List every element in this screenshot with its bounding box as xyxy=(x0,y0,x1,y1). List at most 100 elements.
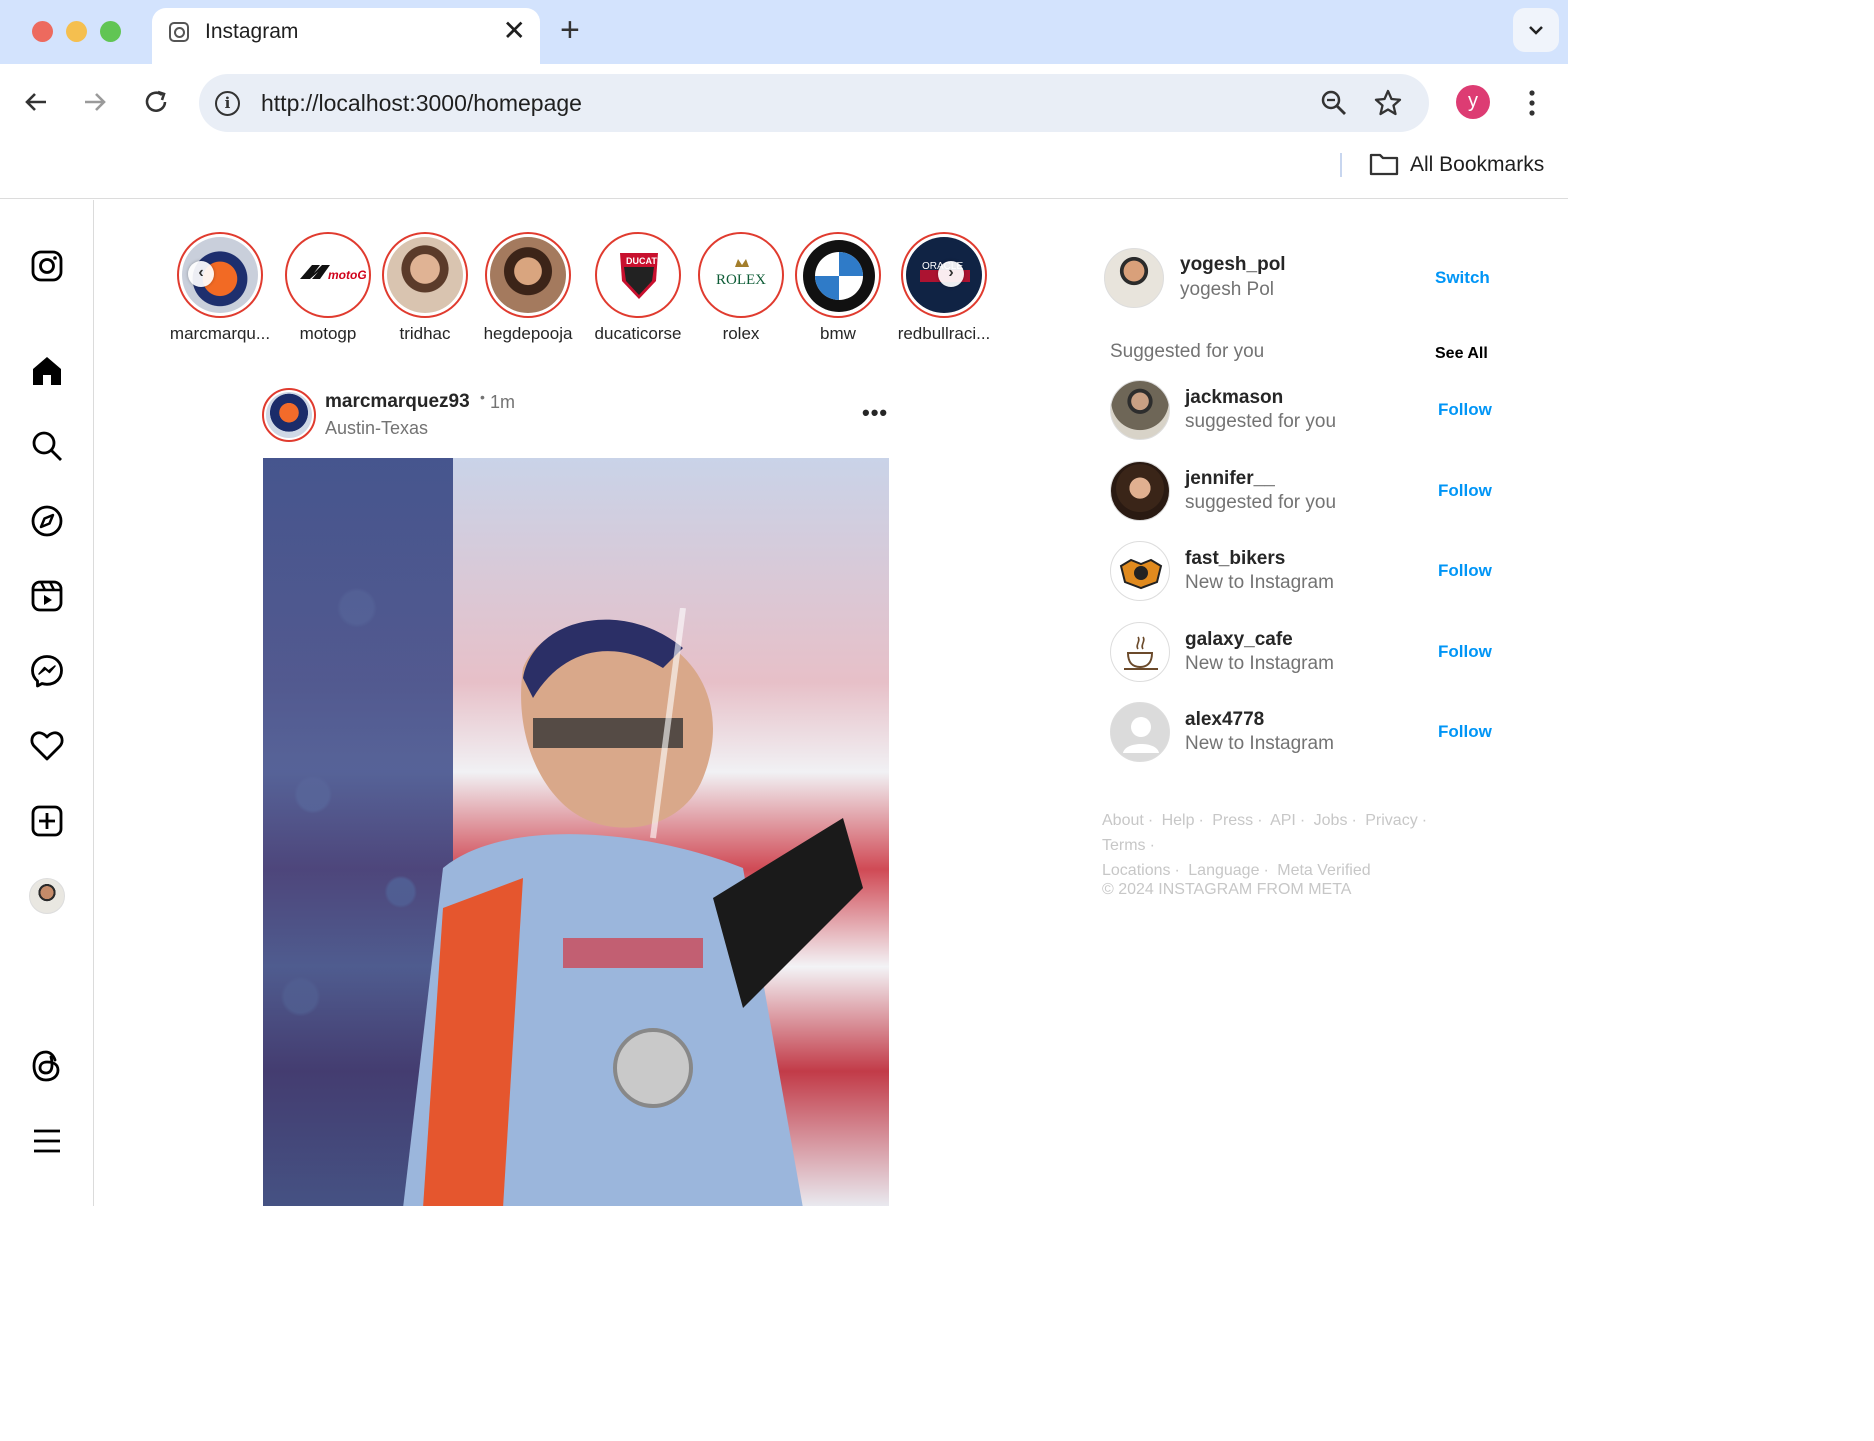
footer-link-language[interactable]: Language xyxy=(1188,862,1259,879)
footer-link-help[interactable]: Help xyxy=(1162,812,1195,829)
all-bookmarks-button[interactable]: All Bookmarks xyxy=(1410,153,1544,177)
suggestion-username[interactable]: jackmason xyxy=(1185,387,1283,409)
story-avatar: DUCATI xyxy=(600,237,676,313)
instagram-icon[interactable] xyxy=(29,248,65,284)
story-ring xyxy=(795,232,881,318)
more-options-icon[interactable]: ••• xyxy=(862,400,888,426)
fast-bikers-logo xyxy=(1119,558,1163,590)
current-username[interactable]: yogesh_pol xyxy=(1180,254,1286,276)
story-ring: DUCATI xyxy=(595,232,681,318)
reload-icon[interactable] xyxy=(140,86,172,118)
svg-text:ROLEX: ROLEX xyxy=(716,272,766,288)
bmw-logo xyxy=(803,240,875,312)
close-window-button[interactable] xyxy=(32,21,53,42)
url-text[interactable]: http://localhost:3000/homepage xyxy=(261,90,582,117)
suggestion-subtitle: New to Instagram xyxy=(1185,653,1334,674)
story-item[interactable]: tridhac xyxy=(370,232,480,344)
zoom-icon[interactable] xyxy=(1320,89,1348,117)
instagram-favicon-icon xyxy=(169,22,189,42)
story-item[interactable]: marcmarqu... xyxy=(165,232,275,344)
story-ring: motoGP xyxy=(285,232,371,318)
ducati-logo: DUCATI xyxy=(620,253,659,299)
story-item[interactable]: ROLEX rolex xyxy=(686,232,796,344)
new-tab-button[interactable]: + xyxy=(560,12,580,48)
suggestion-username[interactable]: galaxy_cafe xyxy=(1185,629,1293,651)
story-item[interactable]: DUCATI ducaticorse xyxy=(583,232,693,344)
separator-dot: · xyxy=(1299,812,1306,829)
see-all-button[interactable]: See All xyxy=(1435,345,1488,363)
footer-link-meta-verified[interactable]: Meta Verified xyxy=(1277,862,1370,879)
search-icon[interactable] xyxy=(29,428,65,464)
story-item[interactable]: motoGP motogp xyxy=(273,232,383,344)
footer-link-terms[interactable]: Terms xyxy=(1102,837,1146,854)
bookmarks-separator xyxy=(1340,153,1342,177)
svg-text:motoGP: motoGP xyxy=(328,268,366,282)
current-user-fullname: yogesh Pol xyxy=(1180,279,1275,300)
profile-avatar[interactable] xyxy=(29,878,65,914)
suggestion-username[interactable]: fast_bikers xyxy=(1185,548,1285,570)
switch-account-button[interactable]: Switch xyxy=(1435,268,1490,288)
footer-link-locations[interactable]: Locations xyxy=(1102,862,1171,879)
heart-icon[interactable] xyxy=(29,728,65,764)
current-user-avatar[interactable] xyxy=(1104,248,1164,308)
footer-link-press[interactable]: Press xyxy=(1212,812,1253,829)
folder-icon[interactable] xyxy=(1369,151,1399,177)
post-image[interactable] xyxy=(263,458,889,1206)
bookmark-star-icon[interactable] xyxy=(1373,88,1403,118)
footer-link-about[interactable]: About xyxy=(1102,812,1144,829)
separator-dot: · xyxy=(1174,862,1180,879)
browser-profile-avatar[interactable]: y xyxy=(1456,85,1490,119)
suggestion-avatar[interactable] xyxy=(1110,541,1170,601)
separator-dot: · xyxy=(1351,812,1357,829)
tab-search-button[interactable] xyxy=(1513,8,1559,52)
follow-button[interactable]: Follow xyxy=(1438,722,1492,742)
suggestion-avatar[interactable] xyxy=(1110,461,1170,521)
suggestion-subtitle: suggested for you xyxy=(1185,411,1337,432)
create-icon[interactable] xyxy=(29,803,65,839)
browser-toolbar: i http://localhost:3000/homepage y xyxy=(0,64,1568,140)
chevron-right-icon[interactable]: › xyxy=(938,261,964,287)
suggestion-username[interactable]: alex4778 xyxy=(1185,709,1264,731)
maximize-window-button[interactable] xyxy=(100,21,121,42)
explore-icon[interactable] xyxy=(29,503,65,539)
follow-button[interactable]: Follow xyxy=(1438,481,1492,501)
story-item[interactable]: bmw xyxy=(783,232,893,344)
story-item[interactable]: ORACLE redbullraci... xyxy=(889,232,999,344)
follow-button[interactable]: Follow xyxy=(1438,400,1492,420)
reels-icon[interactable] xyxy=(29,578,65,614)
chevron-left-icon[interactable]: ‹ xyxy=(188,261,214,287)
back-arrow-icon[interactable] xyxy=(20,86,52,118)
post-username[interactable]: marcmarquez93 xyxy=(325,391,470,413)
forward-arrow-icon[interactable] xyxy=(79,86,111,118)
tab-close-button[interactable]: ✕ xyxy=(503,15,526,47)
separator-dot: · xyxy=(1257,812,1263,829)
suggestion-avatar[interactable] xyxy=(1110,380,1170,440)
browser-tab[interactable]: Instagram ✕ xyxy=(152,8,540,64)
menu-icon[interactable] xyxy=(29,1123,65,1159)
post-author-avatar[interactable] xyxy=(262,388,316,442)
story-avatar xyxy=(387,237,463,313)
messenger-icon[interactable] xyxy=(29,653,65,689)
follow-button[interactable]: Follow xyxy=(1438,642,1492,662)
rolex-logo: ROLEX xyxy=(716,259,766,288)
minimize-window-button[interactable] xyxy=(66,21,87,42)
site-info-icon[interactable]: i xyxy=(215,91,240,116)
address-bar[interactable]: i http://localhost:3000/homepage xyxy=(199,74,1429,132)
post-header: marcmarquez93 • 1m Austin-Texas ••• xyxy=(262,386,890,446)
suggestion-subtitle: suggested for you xyxy=(1185,492,1337,513)
follow-button[interactable]: Follow xyxy=(1438,561,1492,581)
footer-link-privacy[interactable]: Privacy xyxy=(1365,812,1417,829)
story-name: rolex xyxy=(722,324,760,343)
footer-link-jobs[interactable]: Jobs xyxy=(1314,812,1348,829)
post-location[interactable]: Austin-Texas xyxy=(325,418,428,439)
suggestion-username[interactable]: jennifer__ xyxy=(1185,468,1275,490)
story-item[interactable]: hegdepooja xyxy=(473,232,583,344)
footer-link-api[interactable]: API xyxy=(1270,812,1296,829)
threads-icon[interactable] xyxy=(29,1048,65,1084)
suggestion-avatar[interactable] xyxy=(1110,702,1170,762)
home-icon[interactable] xyxy=(29,353,65,389)
suggestion-avatar[interactable] xyxy=(1110,622,1170,682)
browser-menu-icon[interactable] xyxy=(1522,86,1542,120)
suggestion-subtitle: New to Instagram xyxy=(1185,572,1334,593)
tab-title: Instagram xyxy=(205,20,299,43)
